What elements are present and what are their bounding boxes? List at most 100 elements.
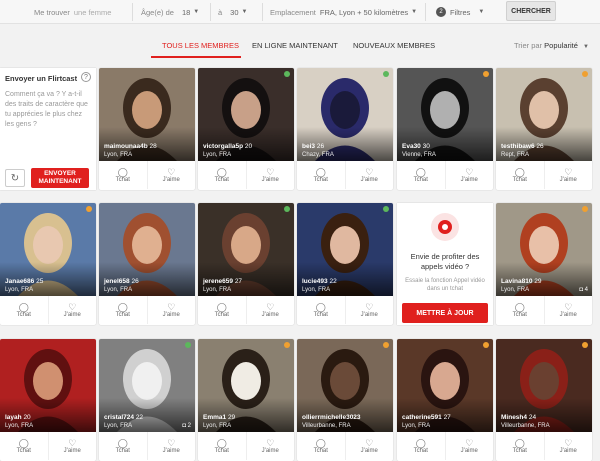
like-button[interactable]: ♡ J'aime xyxy=(444,161,494,189)
profile-card[interactable]: cristal724 22 Lyon, FRA ◘ 2 ◯ Tchat ♡ J'aime xyxy=(99,339,195,461)
sort-value: Popularité xyxy=(544,41,578,50)
sort-label: Trier par xyxy=(514,41,543,50)
profile-name: bei3 26 xyxy=(302,143,324,150)
chat-button[interactable]: ◯ Tchat xyxy=(496,161,544,189)
chat-label: Tchat xyxy=(413,448,428,454)
like-button[interactable]: ♡ J'aime xyxy=(146,296,196,324)
chat-button[interactable]: ◯ Tchat xyxy=(297,296,345,324)
like-button[interactable]: ♡ J'aime xyxy=(344,161,394,189)
profile-photo[interactable]: catherine591 27 Lyon, FRA xyxy=(397,339,493,432)
age-to-select[interactable]: à 30 ▼ xyxy=(218,0,247,24)
like-button[interactable]: ♡ J'aime xyxy=(146,432,196,460)
profile-card[interactable]: bei3 26 Chazy, FRA ◯ Tchat ♡ J'aime xyxy=(297,68,393,190)
like-button[interactable]: ♡ J'aime xyxy=(344,296,394,324)
chat-button[interactable]: ◯ Tchat xyxy=(198,296,246,324)
away-status-dot xyxy=(582,206,588,212)
profile-photo[interactable]: lucie493 22 Lyon, FRA xyxy=(297,203,393,296)
chat-bubble-icon: ◯ xyxy=(117,302,128,312)
chat-button[interactable]: ◯ Tchat xyxy=(99,296,147,324)
like-button[interactable]: ♡ J'aime xyxy=(47,296,97,324)
profile-card[interactable]: jenel658 26 Lyon, FRA ◯ Tchat ♡ J'aime xyxy=(99,203,195,325)
profile-card[interactable]: Emma1 29 Lyon, FRA ◯ Tchat ♡ J'aime xyxy=(198,339,294,461)
profile-photo[interactable]: jerene659 27 Lyon, FRA xyxy=(198,203,294,296)
profile-photo[interactable]: bei3 26 Chazy, FRA xyxy=(297,68,393,161)
profile-card[interactable]: jerene659 27 Lyon, FRA ◯ Tchat ♡ J'aime xyxy=(198,203,294,325)
heart-icon: ♡ xyxy=(266,167,275,177)
profile-photo[interactable]: cristal724 22 Lyon, FRA ◘ 2 xyxy=(99,339,195,432)
tab-all-members[interactable]: TOUS LES MEMBRES xyxy=(162,41,239,50)
profile-card[interactable]: Minesh4 24 Villeurbanne, FRA ◯ Tchat ♡ J'aime xyxy=(496,339,592,461)
profile-card[interactable]: Eva30 30 Vienne, FRA ◯ Tchat ♡ J'aime xyxy=(397,68,493,190)
like-button[interactable]: ♡ J'aime xyxy=(344,432,394,460)
filters-button[interactable]: 2 Filtres ▼ xyxy=(436,0,484,24)
like-button[interactable]: ♡ J'aime xyxy=(543,432,593,460)
age-to-value: 30 xyxy=(230,7,239,17)
like-button[interactable]: ♡ J'aime xyxy=(543,161,593,189)
profile-location: Lyon, FRA xyxy=(104,287,133,293)
chat-button[interactable]: ◯ Tchat xyxy=(0,296,48,324)
profile-card[interactable]: catherine591 27 Lyon, FRA ◯ Tchat ♡ J'aime xyxy=(397,339,493,461)
profile-card[interactable]: layah 20 Lyon, FRA ◯ Tchat ♡ J'aime xyxy=(0,339,96,461)
age-from-select[interactable]: Âge(e) de 18 ▼ xyxy=(141,0,199,24)
profile-card[interactable]: lucie493 22 Lyon, FRA ◯ Tchat ♡ J'aime xyxy=(297,203,393,325)
chat-button[interactable]: ◯ Tchat xyxy=(297,432,345,460)
like-button[interactable]: ♡ J'aime xyxy=(543,296,593,324)
chat-bubble-icon: ◯ xyxy=(514,438,525,448)
like-button[interactable]: ♡ J'aime xyxy=(444,432,494,460)
profile-location: Lyon, FRA xyxy=(104,423,133,429)
chat-label: Tchat xyxy=(214,448,229,454)
profile-photo[interactable]: testhibaw6 26 Rept, FRA xyxy=(496,68,592,161)
refresh-icon[interactable]: ↻ xyxy=(5,169,25,187)
profile-card[interactable]: ollierrmichelle3023 Villeurbanne, FRA ◯ Tc… xyxy=(297,339,393,461)
profile-photo[interactable]: ollierrmichelle3023 Villeurbanne, FRA xyxy=(297,339,393,432)
profile-photo[interactable]: layah 20 Lyon, FRA xyxy=(0,339,96,432)
heart-icon: ♡ xyxy=(365,167,374,177)
profile-card[interactable]: maimounaa4b 28 Lyon, FRA ◯ Tchat ♡ J'aime xyxy=(99,68,195,190)
chat-bubble-icon: ◯ xyxy=(18,438,29,448)
tab-new-members[interactable]: NOUVEAUX MEMBRES xyxy=(353,41,435,50)
chat-label: Tchat xyxy=(413,177,428,183)
profile-card[interactable]: Lavina810 29 Lyon, FRA ◘ 4 ◯ Tchat ♡ J'aime xyxy=(496,203,592,325)
chat-button[interactable]: ◯ Tchat xyxy=(99,432,147,460)
profile-card[interactable]: victorgalla5p 20 Lyon, FRA ◯ Tchat ♡ J'aime xyxy=(198,68,294,190)
chat-button[interactable]: ◯ Tchat xyxy=(496,296,544,324)
profile-photo[interactable]: victorgalla5p 20 Lyon, FRA xyxy=(198,68,294,161)
sort-select[interactable]: Trier par Popularité ▼ xyxy=(514,41,589,50)
chat-button[interactable]: ◯ Tchat xyxy=(297,161,345,189)
profile-photo[interactable]: Lavina810 29 Lyon, FRA ◘ 4 xyxy=(496,203,592,296)
like-button[interactable]: ♡ J'aime xyxy=(146,161,196,189)
profile-card[interactable]: Janae686 25 Lyon, FRA ◯ Tchat ♡ J'aime xyxy=(0,203,96,325)
chat-button[interactable]: ◯ Tchat xyxy=(198,161,246,189)
upgrade-button[interactable]: METTRE À JOUR xyxy=(402,303,488,323)
flirtcast-message: Comment ça va ? Y a-t-il des traits de c… xyxy=(5,91,88,128)
me-trouver-select[interactable]: Me trouver une femme xyxy=(34,0,111,24)
send-now-button[interactable]: ENVOYER MAINTENANT xyxy=(31,168,89,188)
chat-button[interactable]: ◯ Tchat xyxy=(0,432,48,460)
tab-online-now[interactable]: EN LIGNE MAINTENANT xyxy=(252,41,338,50)
profile-photo[interactable]: Emma1 29 Lyon, FRA xyxy=(198,339,294,432)
chat-button[interactable]: ◯ Tchat xyxy=(397,432,445,460)
chat-button[interactable]: ◯ Tchat xyxy=(198,432,246,460)
profile-photo[interactable]: Minesh4 24 Villeurbanne, FRA xyxy=(496,339,592,432)
chat-button[interactable]: ◯ Tchat xyxy=(99,161,147,189)
search-button[interactable]: CHERCHER xyxy=(506,1,556,21)
profile-age: 27 xyxy=(443,414,451,421)
like-button[interactable]: ♡ J'aime xyxy=(47,432,97,460)
profile-location: Vienne, FRA xyxy=(402,152,436,158)
profile-photo[interactable]: maimounaa4b 28 Lyon, FRA xyxy=(99,68,195,161)
chat-bubble-icon: ◯ xyxy=(18,302,29,312)
active-tab-indicator xyxy=(151,56,241,58)
profile-photo[interactable]: Eva30 30 Vienne, FRA xyxy=(397,68,493,161)
like-button[interactable]: ♡ J'aime xyxy=(245,296,295,324)
profile-photo[interactable]: Janae686 25 Lyon, FRA xyxy=(0,203,96,296)
like-button[interactable]: ♡ J'aime xyxy=(245,161,295,189)
chat-button[interactable]: ◯ Tchat xyxy=(496,432,544,460)
chat-bubble-icon: ◯ xyxy=(315,438,326,448)
profile-card[interactable]: testhibaw6 26 Rept, FRA ◯ Tchat ♡ J'aime xyxy=(496,68,592,190)
like-button[interactable]: ♡ J'aime xyxy=(245,432,295,460)
location-select[interactable]: Emplacement FRA, Lyon + 50 kilomètres ▼ xyxy=(270,0,417,24)
help-icon[interactable]: ? xyxy=(81,72,91,82)
chat-button[interactable]: ◯ Tchat xyxy=(397,161,445,189)
profile-photo[interactable]: jenel658 26 Lyon, FRA xyxy=(99,203,195,296)
like-label: J'aime xyxy=(460,448,478,454)
